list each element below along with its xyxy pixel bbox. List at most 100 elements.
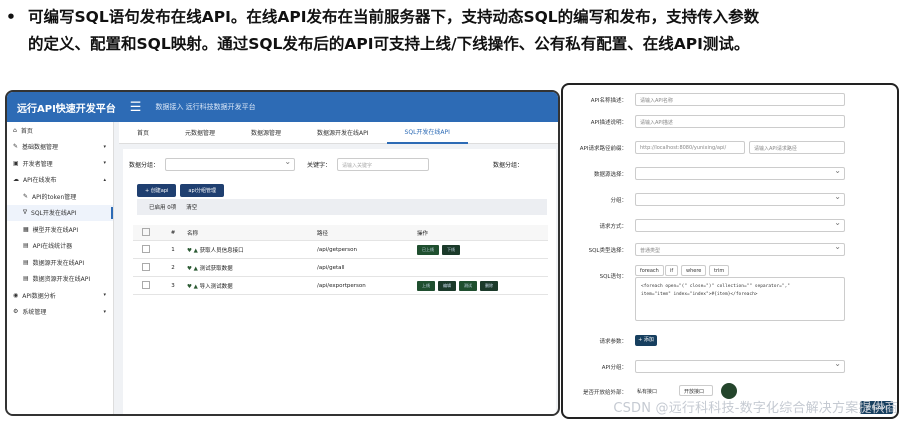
sidebar-item[interactable]: ▤ API在线统计器 <box>7 238 113 255</box>
row-name: ♥ ▲ 导入测试数据 <box>187 282 317 290</box>
sidebar-item-label: 基础数据管理 <box>22 144 59 152</box>
tab[interactable]: 元数据管理 <box>167 122 233 144</box>
sidebar-item[interactable]: ▤ 数据资源开发在线API <box>7 271 113 288</box>
row-action-button[interactable]: 编辑 <box>438 280 456 291</box>
sidebar-item[interactable]: ⚙ 系统管理 ▾ <box>7 304 113 321</box>
row-action-button[interactable]: 下线 <box>442 244 460 255</box>
header-cell: 名称 <box>187 230 199 237</box>
sidebar-item[interactable]: ⌂ 首页 <box>7 122 113 139</box>
where-chip[interactable]: where <box>681 265 707 276</box>
tab[interactable]: 数据源开发在线API <box>299 122 387 144</box>
content-panel: 数据分组： 关键字： 请输入关键字 数据分组： + 创建api api分组管理 … <box>123 149 556 414</box>
breadcrumb: 数据接入 远行科技数据开发平台 <box>155 103 256 111</box>
row-name-text: 测试获取数据 <box>199 265 233 272</box>
row-name-text: 导入测试数据 <box>199 283 233 290</box>
clear-link[interactable]: 清空 <box>186 203 197 211</box>
api-icon: ♥ ▲ <box>187 265 200 272</box>
row-action-button[interactable]: 删除 <box>480 280 498 291</box>
path-suffix-input[interactable]: 请输入API请求路径 <box>749 141 845 154</box>
header-cell: 路径 <box>317 230 329 237</box>
create-api-button[interactable]: + 创建api <box>137 184 177 197</box>
form-select[interactable] <box>635 192 845 206</box>
sidebar-item-label: API数据分析 <box>22 292 56 300</box>
row-action-button[interactable]: 上线 <box>417 280 435 291</box>
private-option[interactable]: 私有接口 <box>637 388 657 395</box>
group-label: 数据分组： <box>129 161 160 169</box>
sql-editor[interactable]: <foreach open="(" close=")" collection="… <box>635 277 845 321</box>
trim-chip[interactable]: trim <box>709 265 730 276</box>
public-option-button[interactable]: 开放接口 <box>679 385 713 396</box>
watermark: CSDN @远行科科技-数字化综合解决方案提供商 <box>613 401 898 416</box>
sidebar-item-label: API在线发布 <box>23 177 57 185</box>
form-label: 分组： <box>610 198 627 204</box>
row-actions: 上线 编辑 测试 删除 <box>417 280 548 291</box>
top-bar: 远行API快速开发平台 ☰ 数据接入 远行科技数据开发平台 <box>7 92 558 122</box>
pen-icon: ✎ <box>23 192 29 200</box>
api-icon: ♥ ▲ <box>187 283 200 290</box>
sidebar-item[interactable]: ▦ 模型开发在线API <box>7 221 113 238</box>
group-select[interactable] <box>165 157 296 171</box>
sql-label: SQL语句： <box>599 274 627 280</box>
sql-line-1: <foreach open="(" close=")" collection="… <box>641 284 791 289</box>
keyword-input[interactable]: 请输入关键字 <box>337 157 430 171</box>
api-group-button[interactable]: api分组管理 <box>180 184 225 197</box>
sidebar-item[interactable]: ☁ API在线发布 ▴ <box>7 172 113 189</box>
table-row[interactable]: 1 ♥ ▲ 获取人员信息接口/api/getperson 已上线 下线 <box>133 241 548 259</box>
api-list-screenshot: 远行API快速开发平台 ☰ 数据接入 远行科技数据开发平台 ⌂ 首页 ✎ 基础数据管理… <box>5 90 560 416</box>
sidebar-item-label: 系统管理 <box>22 309 47 317</box>
table-row[interactable]: 2 ♥ ▲ 测试获取数据/api/getall <box>133 259 548 277</box>
row-check[interactable] <box>133 262 159 273</box>
table-row[interactable]: 3 ♥ ▲ 导入测试数据/api/exportperson 上线 编辑 测试 删除 <box>133 277 548 295</box>
row-action-button[interactable]: 测试 <box>459 280 477 291</box>
form-select[interactable] <box>635 218 845 232</box>
foreach-chip[interactable]: foreach <box>635 265 664 276</box>
row-action-button[interactable]: 已上线 <box>417 244 439 255</box>
sidebar-item[interactable]: ✎ API的token管理 <box>7 188 113 205</box>
tab[interactable]: 数据源管理 <box>233 122 299 144</box>
add-param-button[interactable]: + 添加 <box>635 335 657 346</box>
sidebar-item-label: 模型开发在线API <box>32 226 79 234</box>
api-group-select[interactable] <box>635 359 845 373</box>
row-name: ♥ ▲ 测试获取数据 <box>187 264 317 272</box>
tab[interactable]: 首页 <box>119 122 167 144</box>
doc-icon: ▤ <box>23 258 29 266</box>
doc-icon: ▤ <box>23 242 29 250</box>
sidebar-item[interactable]: ▤ 数据源开发在线API <box>7 254 113 271</box>
sidebar-item-label: 首页 <box>20 127 33 135</box>
form-label: API名称描述： <box>590 98 627 104</box>
row-check[interactable] <box>133 244 159 255</box>
form-input[interactable]: 请输入API名称 <box>635 93 845 106</box>
home-icon: ⌂ <box>13 126 17 134</box>
form-label: SQL类型选择： <box>588 248 627 254</box>
sidebar-item[interactable]: ✎ 基础数据管理 ▾ <box>7 139 113 156</box>
form-label: 数据源选择： <box>593 172 627 178</box>
sidebar-item[interactable]: ∇ SQL开发在线API <box>7 204 113 221</box>
form-select[interactable] <box>635 166 845 180</box>
param-label: 请求参数： <box>599 339 627 345</box>
sidebar-item-label: API在线统计器 <box>32 243 73 251</box>
form-input[interactable]: 请输入API描述 <box>635 115 845 128</box>
form-input[interactable]: http://localhost:8080/yunixing/api/ <box>635 141 745 154</box>
sidebar-item[interactable]: ◉ API数据分析 ▾ <box>7 287 113 304</box>
form-label: 请求方式： <box>599 224 627 230</box>
chevron-icon: ▾ <box>103 143 106 150</box>
param-row: 请求参数： <box>563 334 897 348</box>
caption-line-2: 的定义、配置和SQL映射。通过SQL发布后的API可支持上线/下线操作、公有私有… <box>28 35 750 53</box>
selection-bar: 已启用 0项 清空 <box>137 199 547 215</box>
table-header: # 名称 路径 操作 <box>133 225 548 241</box>
tab[interactable]: SQL开发在线API <box>386 122 468 144</box>
menu-icon[interactable]: ☰ <box>130 100 142 115</box>
sidebar-item-label: SQL开发在线API <box>31 210 77 218</box>
if-chip[interactable]: if <box>665 265 679 276</box>
sidebar-item[interactable]: ▣ 开发者管理 ▾ <box>7 155 113 172</box>
form-select[interactable]: 普通类型 <box>635 242 845 256</box>
row-path: /api/exportperson <box>317 282 366 289</box>
sql-line-2: item="item" index="index">#{item}</forea… <box>641 292 758 297</box>
chevron-icon: ▴ <box>103 176 106 183</box>
row-check[interactable] <box>133 280 159 291</box>
bullet: • <box>6 8 16 26</box>
header-check[interactable] <box>133 227 159 238</box>
tab-bar: 首页 元数据管理 数据源管理 数据源开发在线API SQL开发在线API <box>119 122 558 144</box>
gear-icon: ⚙ <box>13 308 19 316</box>
eye-icon: ◉ <box>13 291 19 299</box>
